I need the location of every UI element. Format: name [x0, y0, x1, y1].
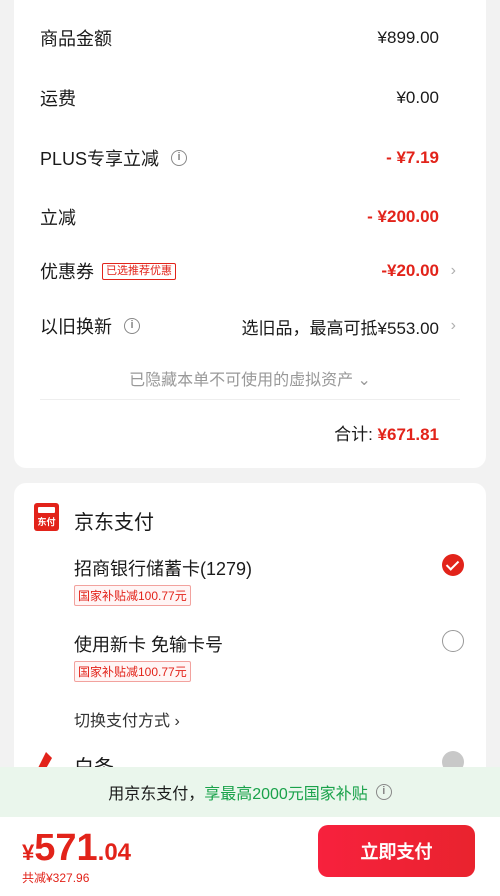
price-decimal: .04 — [97, 839, 132, 866]
banner-text-highlight: 享最高2000元国家补贴 — [204, 786, 368, 803]
total-label: 合计: — [334, 425, 373, 444]
coupon-recommended-tag: 已选推荐优惠 — [102, 262, 176, 280]
plus-discount-label: PLUS专享立减 — [40, 149, 160, 169]
jd-pay-logo-icon: 东付 — [34, 503, 59, 531]
radio-selected-icon[interactable] — [442, 554, 464, 576]
plus-discount-label-wrap: PLUS专享立减 i — [40, 145, 188, 171]
hidden-assets-toggle[interactable]: 已隐藏本单不可使用的虚拟资产 ⌄ — [14, 366, 486, 390]
summary-row-trade-in[interactable]: 以旧换新 i 选旧品，最高可抵¥553.00 › — [14, 311, 486, 341]
subsidy-badge: 国家补贴减100.77元 — [74, 585, 191, 606]
hidden-assets-text: 已隐藏本单不可使用的虚拟资产 — [129, 372, 354, 389]
pay-now-button[interactable]: 立即支付 — [318, 825, 475, 877]
trade-in-value: 选旧品，最高可抵¥553.00 — [241, 318, 439, 338]
radio-unselected-icon[interactable] — [442, 630, 464, 652]
price-integer: 571 — [34, 827, 98, 869]
payment-option-cmb-debit[interactable]: 招商银行储蓄卡(1279) — [74, 555, 252, 581]
subsidy-badge: 国家补贴减100.77元 — [74, 661, 191, 682]
order-summary-card: 商品金额 ¥899.00 运费 ¥0.00 PLUS专享立减 i - ¥7.19… — [14, 0, 486, 468]
coupon-label: 优惠券 — [40, 262, 94, 282]
goods-amount-label: 商品金额 — [40, 29, 112, 49]
chevron-right-icon: › — [450, 317, 456, 334]
summary-row-coupon[interactable]: 优惠券 已选推荐优惠 -¥20.00 › — [14, 256, 486, 286]
chevron-right-icon: › — [174, 713, 180, 730]
instant-discount-label: 立减 — [40, 208, 76, 228]
info-icon[interactable]: i — [375, 784, 392, 800]
payment-method-card: 东付 京东支付 招商银行储蓄卡(1279) 国家补贴减100.77元 使用新卡 … — [14, 483, 486, 773]
summary-row-instant-discount: 立减 - ¥200.00 — [14, 202, 486, 232]
summary-row-goods-amount: 商品金额 ¥899.00 — [14, 23, 486, 53]
jd-pay-title: 京东支付 — [74, 512, 154, 534]
payment-option-new-card[interactable]: 使用新卡 免输卡号 — [74, 631, 223, 657]
info-icon[interactable]: i — [124, 318, 140, 334]
summary-row-plus-discount: PLUS专享立减 i - ¥7.19 — [14, 143, 486, 173]
coupon-value: -¥20.00 — [381, 261, 439, 280]
info-icon[interactable]: i — [171, 150, 188, 166]
summary-row-shipping: 运费 ¥0.00 — [14, 83, 486, 113]
shipping-label: 运费 — [40, 89, 76, 109]
checkout-bottom-bar: ¥571.04 共减¥327.96 立即支付 — [0, 817, 500, 896]
total-value: ¥671.81 — [377, 425, 439, 444]
banner-text-prefix: 用京东支付， — [108, 786, 205, 803]
currency-symbol: ¥ — [22, 840, 35, 865]
plus-discount-value: - ¥7.19 — [386, 148, 439, 167]
pay-amount: ¥571.04 — [22, 827, 131, 870]
divider — [40, 399, 460, 400]
trade-in-label: 以旧换新 — [40, 317, 112, 337]
shipping-value: ¥0.00 — [396, 88, 439, 107]
chevron-down-icon: ⌄ — [357, 372, 371, 389]
order-total: 合计: ¥671.81 — [334, 420, 439, 445]
coupon-label-wrap: 优惠券 已选推荐优惠 — [40, 258, 176, 284]
instant-discount-value: - ¥200.00 — [367, 207, 439, 226]
national-subsidy-banner: 用京东支付， 享最高2000元国家补贴 i — [0, 767, 500, 817]
trade-in-label-wrap: 以旧换新 i — [40, 313, 140, 339]
chevron-right-icon: › — [450, 262, 456, 279]
switch-payment-method-link[interactable]: 切换支付方式 › — [74, 707, 180, 731]
switch-payment-label: 切换支付方式 — [74, 713, 171, 730]
total-saved: 共减¥327.96 — [22, 871, 90, 885]
goods-amount-value: ¥899.00 — [377, 28, 439, 47]
